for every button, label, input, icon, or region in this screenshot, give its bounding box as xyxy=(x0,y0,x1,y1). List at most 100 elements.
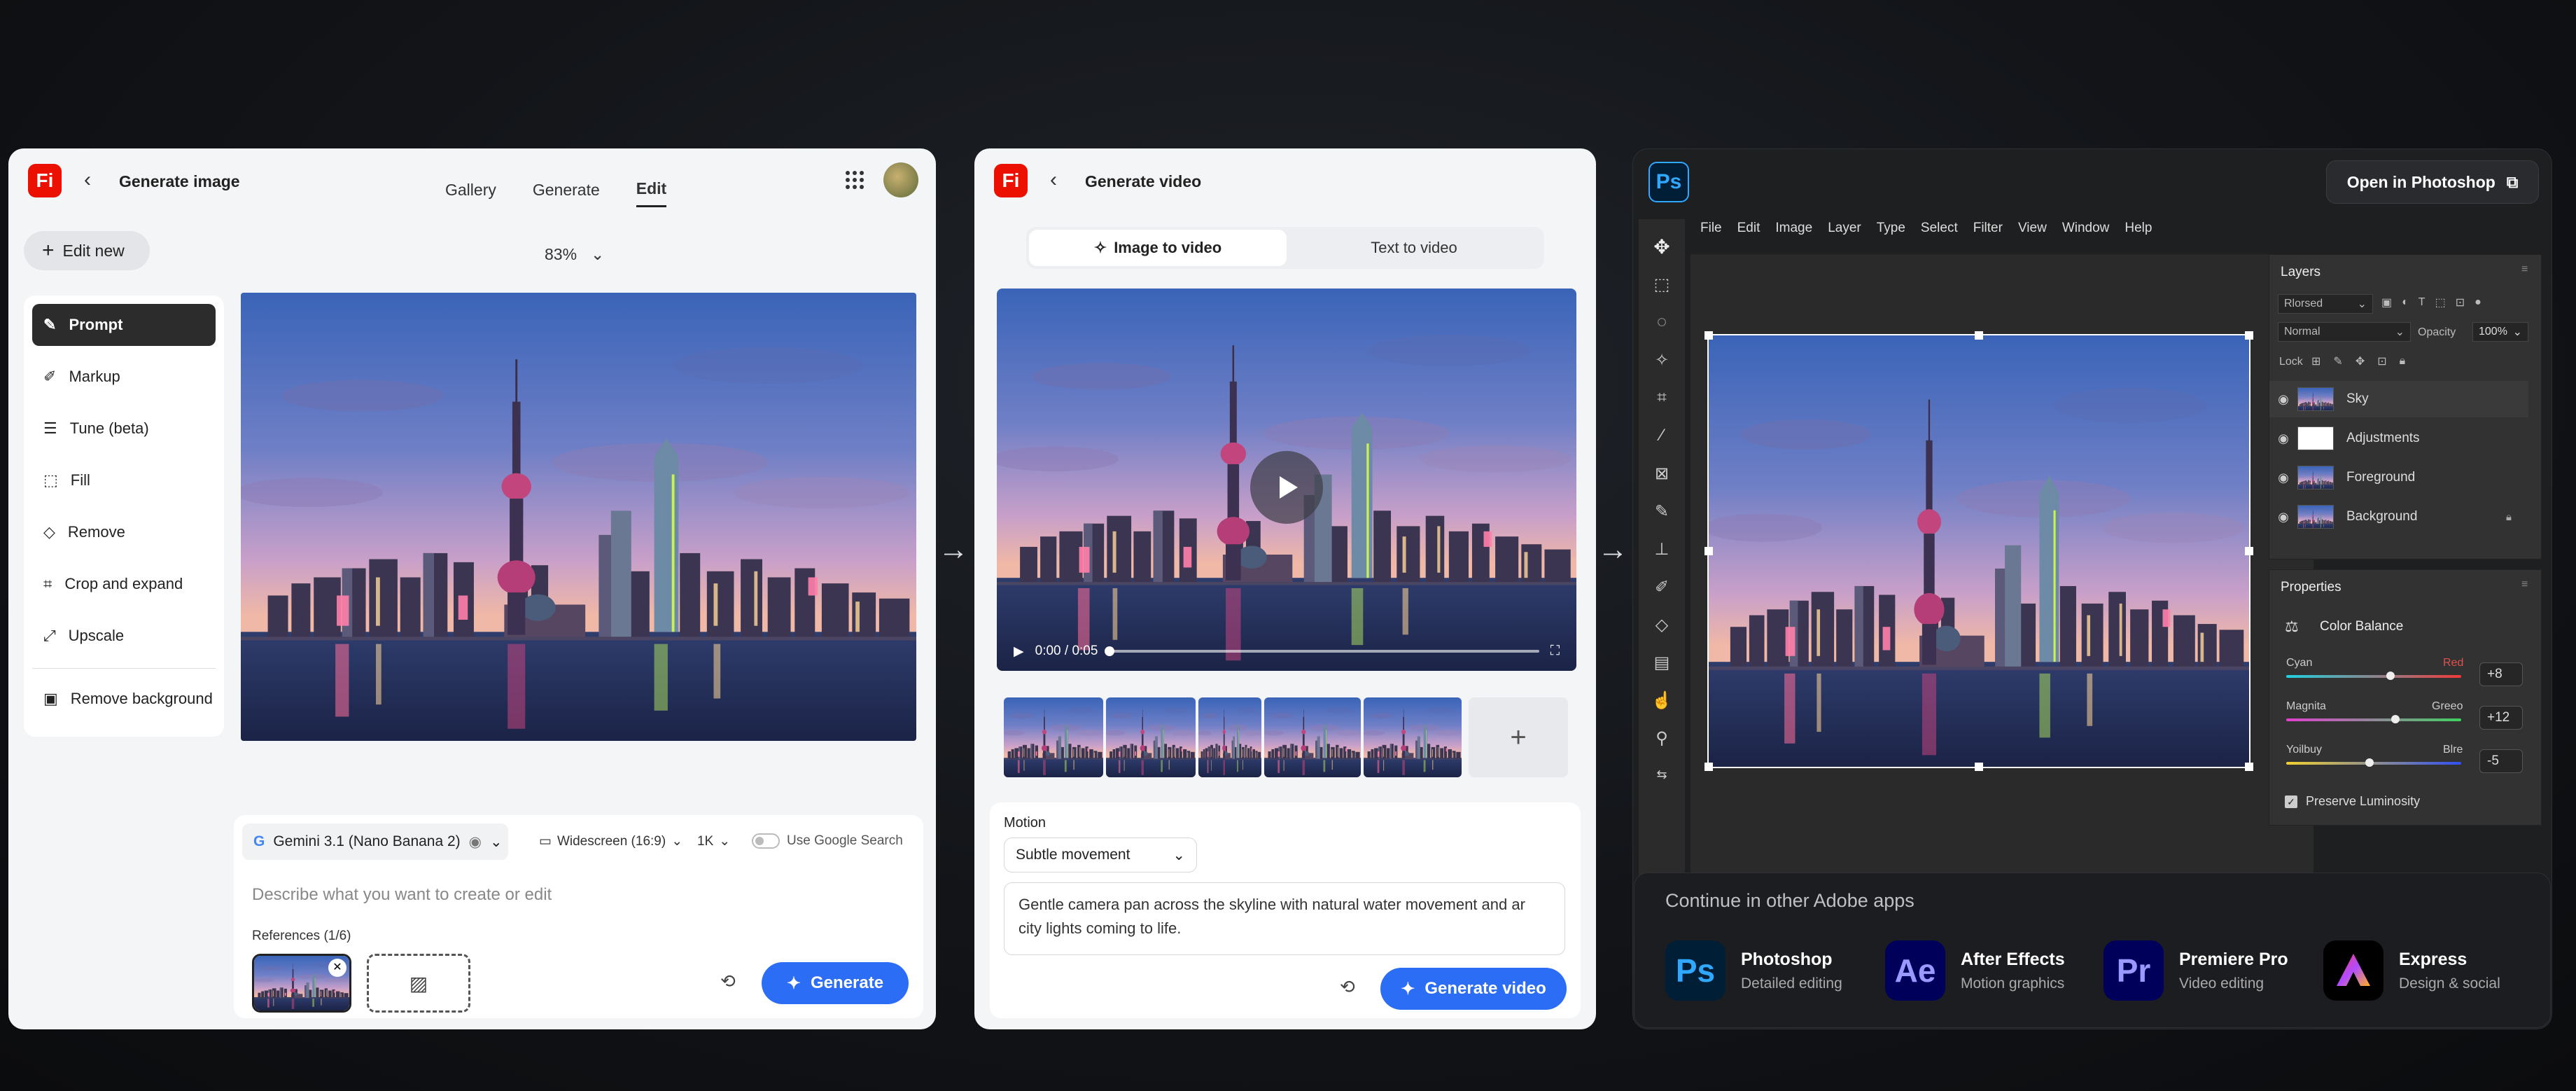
aspect-select[interactable]: ▭ Widescreen (16:9) ⌄ xyxy=(539,833,682,849)
layer-row-foreground[interactable]: ◉ Foreground xyxy=(2269,459,2528,496)
video-preview[interactable]: ▶ 0:00 / 0:05 ⛶ xyxy=(997,289,1576,671)
tool-tune[interactable]: ☰ Tune (beta) xyxy=(32,408,149,450)
filter-toggle-icon[interactable]: ● xyxy=(2474,296,2482,309)
lock-all-icon[interactable]: 🔒︎ xyxy=(2400,355,2406,368)
generate-button[interactable]: ✦ Generate xyxy=(762,962,909,1004)
add-keyframe-button[interactable]: + xyxy=(1469,697,1568,777)
prompt-input[interactable]: Describe what you want to create or edit xyxy=(252,885,552,905)
filter-type-icon[interactable]: T xyxy=(2418,296,2426,309)
transform-handle[interactable] xyxy=(1975,331,1983,340)
slider-magenta-green-value[interactable]: +12 xyxy=(2479,706,2523,730)
transform-handle[interactable] xyxy=(1704,331,1713,340)
enhance-icon[interactable]: ⟲ xyxy=(1340,976,1355,998)
menu-file[interactable]: File xyxy=(1700,221,1722,236)
enhance-icon[interactable]: ⟲ xyxy=(720,971,736,992)
smudge-tool-icon[interactable]: ☝ xyxy=(1644,683,1679,718)
app-premiere-pro[interactable]: Pr Premiere Pro Video editing xyxy=(2104,940,2288,1001)
scrubber[interactable] xyxy=(1105,646,1539,656)
app-photoshop[interactable]: Ps Photoshop Detailed editing xyxy=(1665,940,1842,1001)
video-prompt-input[interactable]: Gentle camera pan across the skyline wit… xyxy=(1004,882,1565,955)
keyframe-thumb[interactable] xyxy=(1004,697,1103,777)
play-button[interactable] xyxy=(1250,451,1323,524)
tool-crop[interactable]: ⌗ Crop and expand xyxy=(32,563,183,605)
eye-icon[interactable]: ◉ xyxy=(2269,392,2297,407)
motion-select[interactable]: Subtle movement ⌄ xyxy=(1004,838,1197,873)
tool-upscale[interactable]: ⤢ Upscale xyxy=(32,615,124,657)
keyframe-thumb[interactable] xyxy=(1264,697,1361,777)
apps-grid-icon[interactable] xyxy=(844,169,865,194)
add-reference-button[interactable]: ▨ xyxy=(367,954,470,1013)
reference-thumbnail[interactable]: ✕ xyxy=(252,954,351,1013)
menu-image[interactable]: Image xyxy=(1775,221,1812,236)
collapse-icon[interactable]: ≡ xyxy=(2521,578,2528,591)
tool-remove-background[interactable]: ▣ Remove background xyxy=(32,678,213,720)
menu-filter[interactable]: Filter xyxy=(1973,221,2003,236)
play-small-icon[interactable]: ▶ xyxy=(1014,644,1024,660)
transform-handle[interactable] xyxy=(2245,547,2253,555)
opacity-input[interactable]: 100% ⌄ xyxy=(2472,322,2528,342)
zoom-dropdown[interactable]: 83% ⌄ xyxy=(545,245,604,264)
marquee-tool-icon[interactable]: ⬚ xyxy=(1644,267,1679,302)
app-after-effects[interactable]: Ae After Effects Motion graphics xyxy=(1885,940,2065,1001)
keyframe-thumb[interactable] xyxy=(1198,697,1261,777)
tab-gallery[interactable]: Gallery xyxy=(445,181,496,200)
lasso-tool-icon[interactable]: ◌ xyxy=(1644,305,1679,340)
lock-transparent-icon[interactable]: ⊞ xyxy=(2311,354,2320,368)
filter-smart-icon[interactable]: ⊡ xyxy=(2456,296,2465,310)
eraser-tool-icon[interactable]: ◇ xyxy=(1644,607,1679,642)
model-select[interactable]: G Gemini 3.1 (Nano Banana 2) ◉ ⌄ xyxy=(242,824,508,860)
eye-icon[interactable]: ◉ xyxy=(2269,510,2297,524)
move-tool-icon[interactable]: ✥ xyxy=(1644,229,1679,264)
edit-new-button[interactable]: + Edit new xyxy=(24,231,150,270)
preserve-luminosity-checkbox[interactable]: ✓ Preserve Luminosity xyxy=(2285,794,2420,809)
transform-handle[interactable] xyxy=(1704,547,1713,555)
menu-help[interactable]: Help xyxy=(2124,221,2152,236)
menu-select[interactable]: Select xyxy=(1921,221,1958,236)
eye-icon[interactable]: ◉ xyxy=(2269,431,2297,446)
dodge-tool-icon[interactable]: ⚲ xyxy=(1644,721,1679,756)
transform-handle[interactable] xyxy=(1704,763,1713,771)
resolution-select[interactable]: 1K ⌄ xyxy=(697,833,730,849)
menu-edit[interactable]: Edit xyxy=(1737,221,1760,236)
brush-tool-icon[interactable]: ✎ xyxy=(1644,494,1679,529)
tool-prompt[interactable]: ✎ Prompt xyxy=(32,304,216,346)
back-arrow-icon[interactable]: ‹ xyxy=(84,168,91,192)
menu-window[interactable]: Window xyxy=(2062,221,2110,236)
gradient-tool-icon[interactable]: ▤ xyxy=(1644,645,1679,680)
filter-pixel-icon[interactable]: ▣ xyxy=(2381,296,2392,310)
lock-paint-icon[interactable]: ✎ xyxy=(2333,354,2342,368)
slider-knob[interactable] xyxy=(2386,672,2395,680)
tab-image-to-video[interactable]: ✧ Image to video xyxy=(1029,230,1287,266)
app-express[interactable]: Express Design & social xyxy=(2323,940,2500,1001)
ps-canvas-image[interactable] xyxy=(1707,334,2250,768)
eyedropper-icon[interactable]: ⁄ xyxy=(1644,418,1679,453)
menu-view[interactable]: View xyxy=(2018,221,2047,236)
canvas-image[interactable] xyxy=(241,293,916,741)
slider-yellow-blue-value[interactable]: -5 xyxy=(2479,749,2523,773)
google-search-toggle[interactable]: Use Google Search xyxy=(752,833,903,849)
menu-layer[interactable]: Layer xyxy=(1828,221,1861,236)
lock-move-icon[interactable]: ✥ xyxy=(2356,354,2365,368)
avatar[interactable] xyxy=(883,162,918,197)
back-arrow-icon[interactable]: ‹ xyxy=(1050,168,1057,192)
blend-mode-select[interactable]: Normal ⌄ xyxy=(2278,322,2411,342)
tab-generate[interactable]: Generate xyxy=(533,181,600,200)
tool-remove[interactable]: ◇ Remove xyxy=(32,511,125,553)
slider-cyan-red[interactable] xyxy=(2286,672,2461,680)
crop-tool-icon[interactable]: ⌗ xyxy=(1644,380,1679,415)
menu-type[interactable]: Type xyxy=(1877,221,1905,236)
layer-row-adjustments[interactable]: ◉ Adjustments xyxy=(2269,420,2528,457)
generate-video-button[interactable]: ✦ Generate video xyxy=(1380,968,1567,1010)
tool-markup[interactable]: ✐ Markup xyxy=(32,356,120,398)
layer-row-background[interactable]: ◉ Background 🔒︎ xyxy=(2269,499,2528,535)
slider-cyan-red-value[interactable]: +8 xyxy=(2479,662,2523,686)
slider-yellow-blue[interactable] xyxy=(2286,758,2461,767)
transform-handle[interactable] xyxy=(2245,763,2253,771)
slider-knob[interactable] xyxy=(2391,715,2400,723)
transform-handle[interactable] xyxy=(2245,331,2253,340)
keyframe-thumb[interactable] xyxy=(1364,697,1462,777)
keyframe-thumb[interactable] xyxy=(1106,697,1196,777)
tool-fill[interactable]: ⬚ Fill xyxy=(32,459,90,501)
magic-wand-icon[interactable]: ✧ xyxy=(1644,342,1679,377)
open-in-photoshop-button[interactable]: Open in Photoshop ⧉ xyxy=(2326,160,2539,204)
